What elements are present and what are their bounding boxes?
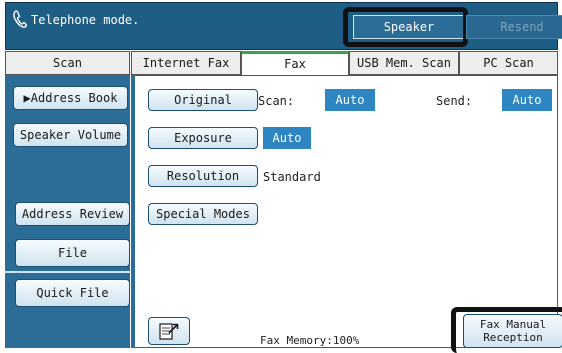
page-arrow-icon — [159, 323, 179, 340]
send-label: Send: — [436, 94, 473, 108]
scan-label: Scan: — [258, 94, 295, 108]
tab-internet-fax[interactable]: Internet Fax — [131, 51, 241, 75]
tab-fax[interactable]: Fax — [241, 51, 349, 76]
original-button[interactable]: Original — [148, 89, 258, 111]
status-message: Telephone mode. — [31, 13, 140, 27]
fax-manual-reception-highlight-frame — [451, 307, 562, 353]
address-review-button[interactable]: Address Review — [15, 202, 130, 226]
special-modes-button[interactable]: Special Modes — [148, 203, 258, 225]
exposure-button[interactable]: Exposure — [148, 127, 258, 149]
settings-panel-edge — [131, 75, 135, 348]
resolution-button[interactable]: Resolution — [148, 165, 258, 187]
fax-screen: Telephone mode. Speaker Resend Scan Inte… — [5, 2, 562, 353]
resolution-value: Standard — [263, 170, 321, 184]
send-value: Auto — [502, 89, 552, 111]
scan-value: Auto — [325, 89, 375, 111]
file-button[interactable]: File — [15, 239, 130, 267]
fax-memory-indicator: Fax Memory:100% — [260, 334, 360, 347]
speaker-highlight-frame — [343, 7, 468, 47]
address-book-button[interactable]: ▶Address Book — [13, 86, 128, 110]
speaker-volume-button[interactable]: Speaker Volume — [13, 123, 128, 147]
quick-file-button[interactable]: Quick File — [15, 279, 130, 307]
exposure-value: Auto — [263, 127, 311, 149]
resend-button[interactable]: Resend — [466, 15, 562, 39]
phone-handset-icon — [13, 10, 28, 28]
sidebar-divider — [5, 271, 130, 273]
page-jump-button[interactable] — [148, 317, 190, 345]
tab-usb-mem-scan[interactable]: USB Mem. Scan — [349, 51, 459, 75]
tab-pc-scan[interactable]: PC Scan — [459, 51, 558, 75]
tab-scan[interactable]: Scan — [5, 51, 130, 75]
